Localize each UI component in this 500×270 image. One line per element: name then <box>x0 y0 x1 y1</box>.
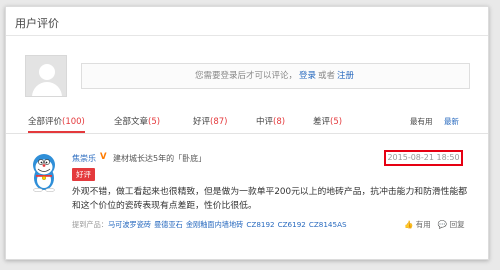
tab-count: (8) <box>273 117 286 127</box>
review-content: 外观不错，做工看起来也很精致，但是做为一款单平200元以上的地砖产品，抗冲击能力… <box>72 187 468 211</box>
tab-negative[interactable]: 差评(5) <box>313 115 342 127</box>
reviewer-level: 建材城长达5年的「卧底」 <box>113 154 207 163</box>
tab-count: (5) <box>148 117 161 127</box>
comment-icon: 💬 <box>437 220 448 229</box>
tab-label: 中评 <box>256 117 274 127</box>
product-link[interactable]: 金刚釉面内墙地砖 <box>186 220 244 229</box>
mentioned-label: 提到产品： <box>72 220 108 229</box>
tab-label: 差评 <box>313 117 331 127</box>
reviewer-name[interactable]: 焦崇乐 <box>72 153 96 164</box>
login-link[interactable]: 登录 <box>299 71 316 81</box>
tab-label: 全部文章 <box>114 117 149 127</box>
product-link[interactable]: CZ8192 <box>246 220 274 229</box>
sort-latest[interactable]: 最新 <box>444 116 459 127</box>
product-link[interactable]: CZ6192 <box>278 220 306 229</box>
product-link[interactable]: CZ8145AS <box>309 220 347 229</box>
review-tabs: 全部评价(100) 全部文章(5) 好评(87) 中评(8) 差评(5) 最有用… <box>6 112 488 134</box>
reviews-panel: 用户评价 您需要登录后才可以评论， 登录 或者 注册 全部评价(100) 全部文章(5… <box>5 6 489 260</box>
useful-button[interactable]: 👍 有用 <box>404 220 433 229</box>
tab-count: (100) <box>62 117 85 127</box>
reply-button[interactable]: 💬 回复 <box>438 220 465 229</box>
or-text: 或者 <box>318 71 336 81</box>
product-link[interactable]: 马可波罗瓷砖 <box>108 220 151 229</box>
tab-label: 好评 <box>193 117 211 127</box>
guest-avatar <box>25 55 67 97</box>
tab-label: 全部评价 <box>28 117 63 127</box>
login-prompt-text: 您需要登录后才可以评论， <box>194 71 297 81</box>
thumbs-up-icon: 👍 <box>404 220 414 229</box>
review-actions: 👍 有用 💬 回复 <box>404 219 465 230</box>
tab-positive[interactable]: 好评(87) <box>193 115 227 127</box>
useful-label: 有用 <box>415 220 431 229</box>
verified-badge: V <box>100 152 107 162</box>
tab-neutral[interactable]: 中评(8) <box>256 115 285 127</box>
tab-all-articles[interactable]: 全部文章(5) <box>114 115 160 127</box>
sort-most-useful[interactable]: 最有用 <box>410 116 433 127</box>
review-date: 2015-08-21 18:50 <box>384 150 463 166</box>
login-prompt[interactable]: 您需要登录后才可以评论， 登录 或者 注册 <box>81 63 470 89</box>
mentioned-products: 提到产品：马可波罗瓷砖 曼德亚石 金刚釉面内墙地砖 CZ8192 CZ6192 CZ814… <box>72 220 402 230</box>
reviewer-avatar[interactable] <box>27 152 61 192</box>
rating-tag: 好评 <box>72 168 95 181</box>
register-link[interactable]: 注册 <box>337 71 354 81</box>
product-link[interactable]: 曼德亚石 <box>154 220 183 229</box>
tab-count: (87) <box>210 117 228 127</box>
tab-all-reviews[interactable]: 全部评价(100) <box>28 115 85 133</box>
tab-count: (5) <box>330 117 343 127</box>
reply-label: 回复 <box>449 220 465 229</box>
section-title: 用户评价 <box>6 7 488 36</box>
